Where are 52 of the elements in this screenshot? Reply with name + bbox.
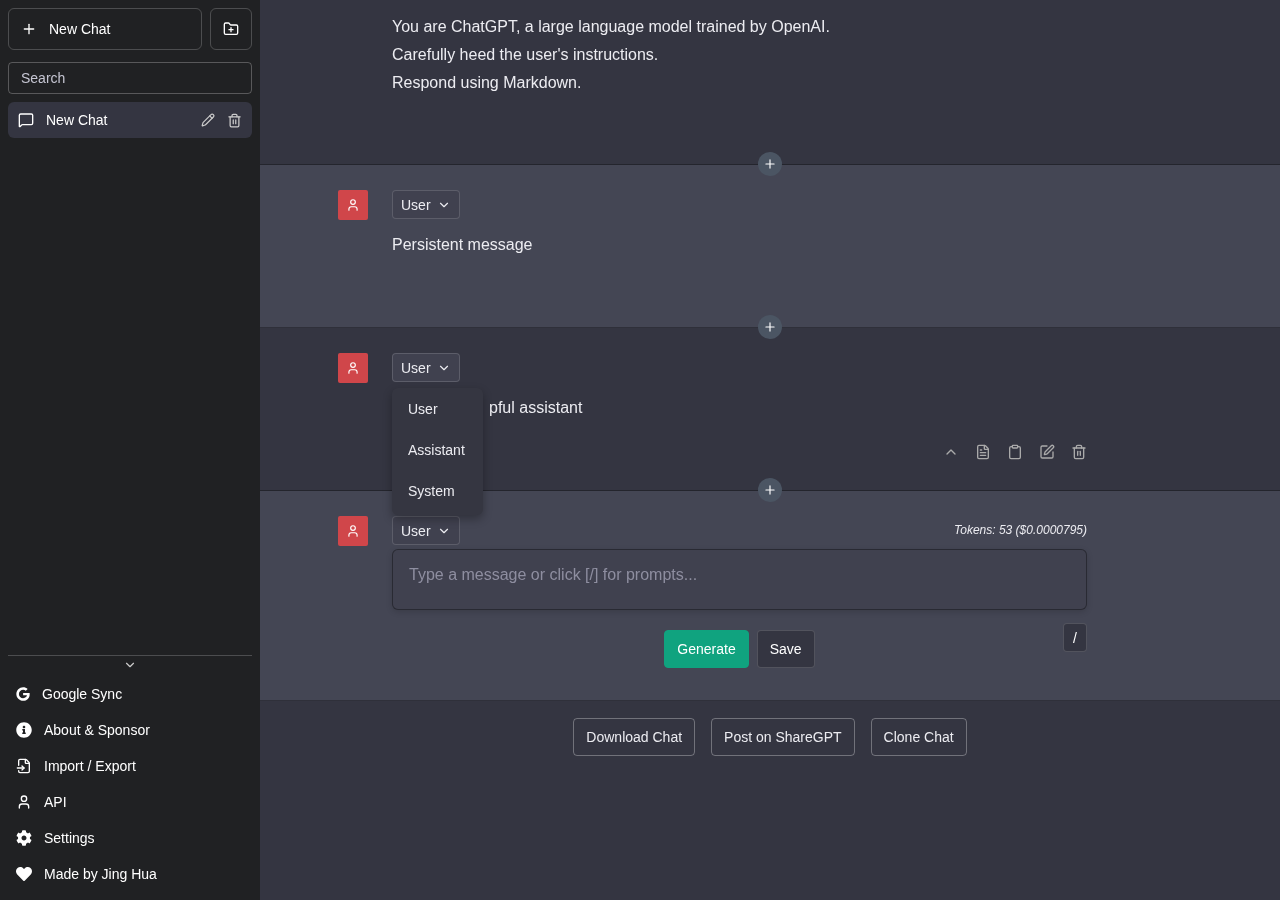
menu-item[interactable]: About & Sponsor [8,712,252,748]
chat-title: New Chat [46,112,109,128]
chat-icon [18,112,34,128]
info-icon [16,722,32,738]
menu-item[interactable]: API [8,784,252,820]
chat-action-button[interactable]: Download Chat [573,718,696,756]
user-icon [346,198,360,212]
message-text: You are ChatGPT, a large language model trained by OpenAI. [392,17,830,37]
token-count: Tokens: 53 ($0.0000795) [954,523,1087,537]
plus-icon [21,21,37,37]
role-option[interactable]: System [392,470,483,511]
heart-icon [16,866,32,882]
add-message-button[interactable] [758,478,782,502]
copy-icon[interactable] [1007,444,1023,460]
role-select[interactable]: User [392,516,460,545]
user-icon [16,794,32,810]
menu-item[interactable]: Import / Export [8,748,252,784]
google-icon [16,687,30,701]
folder-plus-icon [223,21,239,37]
message-text: Carefully heed the user's instructions. [392,45,659,65]
edit-icon[interactable] [1039,444,1055,460]
delete-icon[interactable] [227,112,242,128]
edit-icon[interactable] [201,113,215,127]
role-select[interactable]: User [392,353,460,382]
settings-icon [16,830,32,846]
user-icon [346,361,360,375]
role-select[interactable]: User [392,190,460,219]
role-option[interactable]: User [392,388,483,429]
plus-icon [763,483,777,497]
message-text: Persistent message [392,235,533,255]
user-icon [346,524,360,538]
chat-action-button[interactable]: Post on ShareGPT [711,718,855,756]
chat-item[interactable]: New Chat [8,102,252,138]
role-option[interactable]: Assistant [392,429,483,470]
menu-item[interactable]: Google Sync [8,676,252,712]
add-message-button[interactable] [758,315,782,339]
add-message-button[interactable] [758,152,782,176]
message-text: Respond using Markdown. [392,73,582,93]
save-button[interactable]: Save [756,630,815,668]
file-icon[interactable] [975,444,991,460]
plus-icon [763,320,777,334]
new-chat-button[interactable]: New Chat [8,8,202,50]
prompt-button[interactable]: / [1063,623,1087,652]
message-text: pful assistant [489,398,583,418]
plus-icon [763,157,777,171]
menu-item[interactable]: Made by Jing Hua [8,856,252,892]
file-icon [16,758,32,774]
chat-action-button[interactable]: Clone Chat [870,718,967,756]
delete-icon[interactable] [1071,444,1087,460]
new-folder-button[interactable] [210,8,252,50]
message-input[interactable]: Type a message or click [/] for prompts... [392,549,1087,610]
menu-item[interactable]: Settings [8,820,252,856]
